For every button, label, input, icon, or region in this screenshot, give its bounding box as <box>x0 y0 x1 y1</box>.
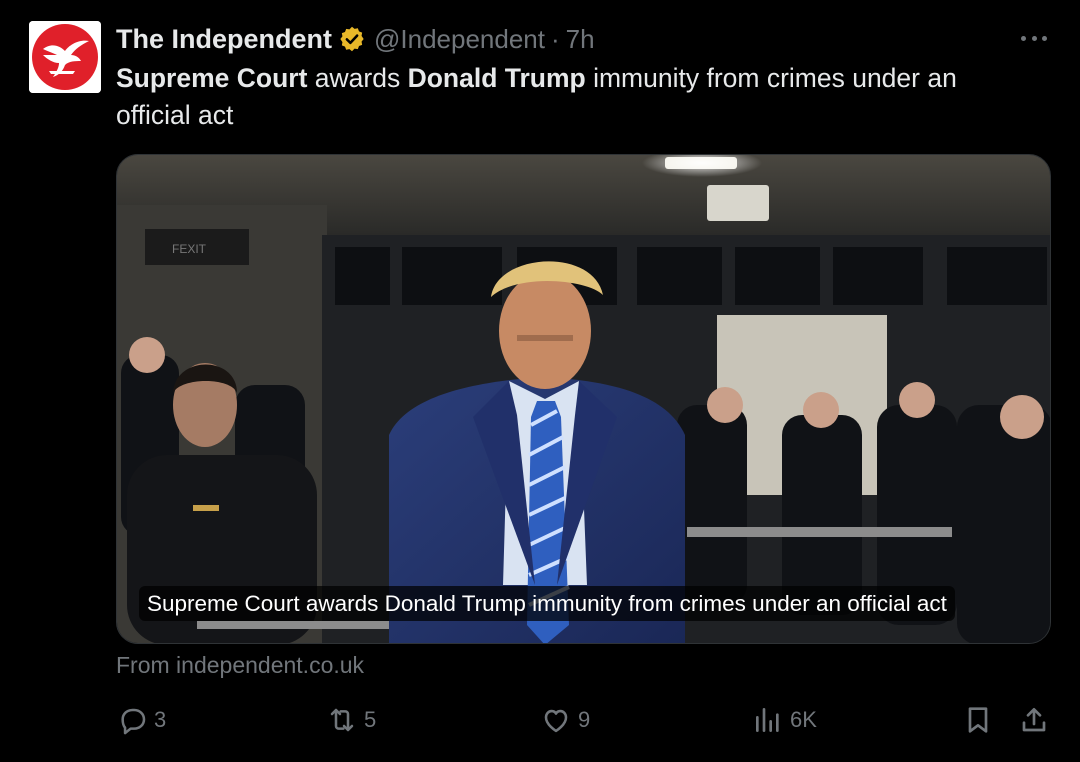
share-icon <box>1022 708 1046 732</box>
tweet[interactable]: The Independent @Independent · 7h Suprem… <box>0 0 1080 762</box>
like-count: 9 <box>578 707 591 732</box>
tweet-text-segment[interactable]: Supreme Court <box>116 63 307 93</box>
account-handle[interactable]: @Independent <box>374 24 545 55</box>
tweet-header: The Independent @Independent · 7h <box>116 20 595 58</box>
reply-button[interactable]: 3 <box>116 704 166 736</box>
link-card[interactable]: FEXIT Supreme Court awards Donald Trump … <box>116 154 1051 644</box>
bookmark-icon <box>968 707 988 733</box>
independent-eagle-logo-icon <box>29 21 101 93</box>
share-button[interactable] <box>1018 704 1050 736</box>
tweet-text: Supreme Court awards Donald Trump immuni… <box>116 60 1036 134</box>
tweet-timestamp[interactable]: 7h <box>566 24 595 55</box>
retweet-icon <box>330 708 354 732</box>
bookmark-button[interactable] <box>962 704 994 736</box>
svg-text:FEXIT: FEXIT <box>172 242 207 256</box>
news-photo: FEXIT <box>117 155 1050 643</box>
like-button[interactable]: 9 <box>540 704 590 736</box>
card-caption: Supreme Court awards Donald Trump immuni… <box>139 586 955 621</box>
reply-count: 3 <box>154 707 167 732</box>
reply-icon <box>121 708 146 735</box>
more-options-icon[interactable] <box>1018 24 1050 52</box>
views-count: 6K <box>790 707 817 732</box>
retweet-count: 5 <box>364 707 377 732</box>
display-name[interactable]: The Independent <box>116 24 332 55</box>
action-bar: 3 5 9 6K <box>0 700 1080 744</box>
verified-badge-icon <box>338 25 366 53</box>
tweet-text-segment[interactable]: Donald Trump <box>408 63 586 93</box>
account-avatar[interactable] <box>29 21 101 93</box>
retweet-button[interactable]: 5 <box>326 704 376 736</box>
views-chart-icon <box>756 708 779 732</box>
separator-dot: · <box>550 23 560 54</box>
tweet-text-segment: awards <box>307 63 408 93</box>
views-button[interactable]: 6K <box>752 704 817 736</box>
heart-icon <box>544 709 568 733</box>
link-source[interactable]: From independent.co.uk <box>116 652 364 679</box>
